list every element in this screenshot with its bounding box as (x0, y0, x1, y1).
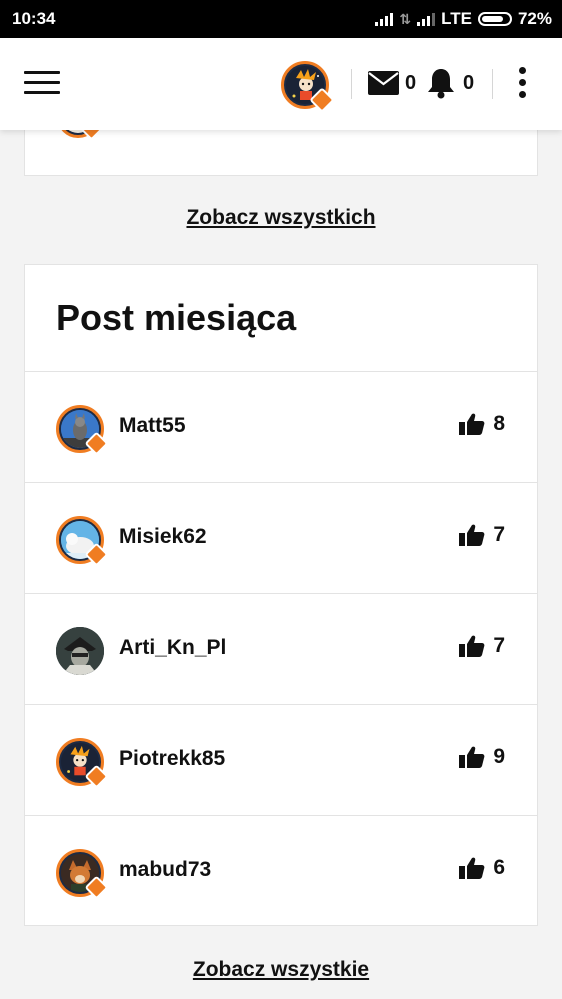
section-title: Post miesiąca (25, 265, 537, 372)
status-bar: 10:34 ⇅ LTE 72% (0, 0, 562, 38)
likes-value: 7 (493, 634, 505, 657)
see-all-users-link[interactable]: Zobacz wszystkich (0, 206, 562, 230)
notifications-count: 0 (463, 72, 475, 94)
battery-level: 72% (517, 9, 552, 28)
app-header: 0 0 (0, 38, 562, 130)
avatar (56, 627, 104, 675)
likes-value: 6 (493, 856, 505, 879)
likes-count: 6 (459, 856, 505, 880)
more-options-icon[interactable] (519, 67, 527, 103)
signal-icon (375, 12, 394, 26)
mail-icon[interactable] (368, 71, 399, 95)
bell-icon[interactable] (427, 67, 455, 99)
avatar (56, 405, 109, 456)
likes-value: 7 (493, 523, 505, 546)
username[interactable]: Misiek62 (119, 525, 207, 549)
list-item[interactable]: Piotrekk85 9 (25, 705, 537, 816)
username[interactable]: Arti_Kn_Pl (119, 636, 226, 660)
thumbs-up-icon (459, 857, 485, 879)
battery-icon (477, 12, 512, 26)
see-all-posts-link[interactable]: Zobacz wszystkie (0, 958, 562, 982)
thumbs-up-icon (459, 635, 485, 657)
signal-icon-2 (417, 12, 436, 26)
avatar (56, 516, 109, 567)
likes-value: 8 (493, 412, 505, 435)
post-of-month-card: Post miesiąca Matt55 8 Misiek62 7 Arti_K… (24, 264, 538, 926)
status-time: 10:34 (12, 9, 56, 28)
thumbs-up-icon (459, 413, 485, 435)
list-item[interactable]: mabud73 6 (25, 816, 537, 927)
list-item[interactable]: Misiek62 7 (25, 483, 537, 594)
data-transfer-icon: ⇅ (399, 10, 412, 27)
avatar (281, 61, 335, 113)
header-divider (351, 69, 352, 99)
username[interactable]: Matt55 (119, 414, 186, 438)
likes-count: 7 (459, 634, 505, 658)
likes-count: 8 (459, 412, 505, 436)
header-divider (492, 69, 493, 99)
messages-count: 0 (405, 72, 417, 94)
avatar (56, 738, 109, 789)
username[interactable]: Piotrekk85 (119, 747, 225, 771)
status-icons: ⇅ LTE 72% (375, 9, 562, 29)
user-avatar-button[interactable] (281, 61, 335, 113)
menu-icon[interactable] (24, 71, 60, 97)
likes-count: 7 (459, 523, 505, 547)
avatar (56, 849, 109, 900)
thumbs-up-icon (459, 746, 485, 768)
thumbs-up-icon (459, 524, 485, 546)
list-item[interactable]: Arti_Kn_Pl 7 (25, 594, 537, 705)
username[interactable]: mabud73 (119, 858, 211, 882)
network-type: LTE (441, 9, 472, 28)
list-item[interactable]: Matt55 8 (25, 372, 537, 483)
likes-count: 9 (459, 745, 505, 769)
likes-value: 9 (493, 745, 505, 768)
